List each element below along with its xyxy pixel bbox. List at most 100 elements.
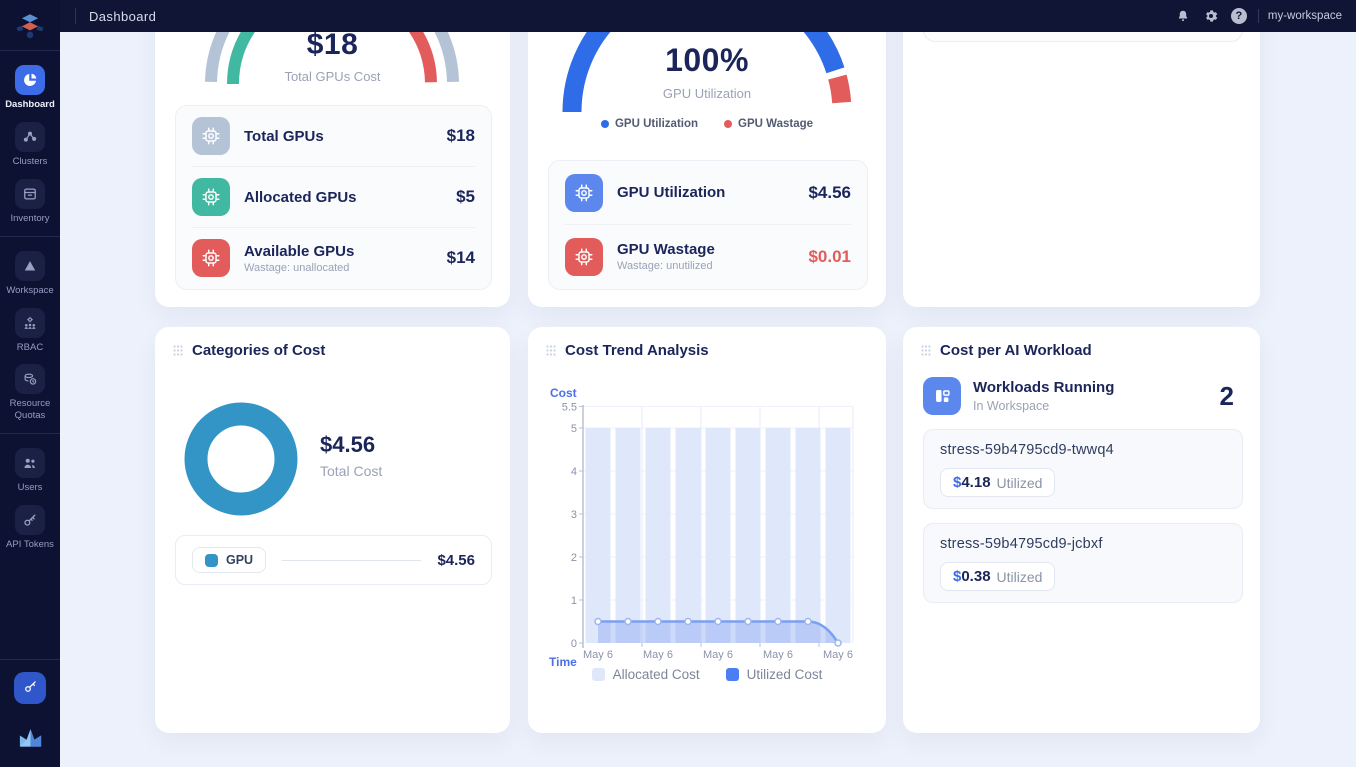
row-sublabel: Wastage: unallocated xyxy=(244,262,433,274)
sidebar-item-rbac[interactable]: RBAC xyxy=(0,308,60,354)
settings-gear-icon[interactable] xyxy=(1199,4,1223,28)
svg-text:5.5: 5.5 xyxy=(562,402,577,414)
card-cost-per-ai-workload: Cost per AI Workload Workloads Running I… xyxy=(903,327,1260,733)
in-workspace-label: In Workspace xyxy=(973,399,1114,413)
total-cost-label: Total Cost xyxy=(320,463,382,479)
sidebar-item-dashboard[interactable]: Dashboard xyxy=(0,65,60,111)
workload-status: Utilized xyxy=(997,569,1043,585)
legend-item-allocated-cost[interactable]: Allocated Cost xyxy=(592,667,700,682)
workspace-selector[interactable]: my-workspace xyxy=(1268,10,1342,22)
gpu-chip-icon xyxy=(192,239,230,277)
legend-item-utilized-cost[interactable]: Utilized Cost xyxy=(726,667,823,682)
row-value: $4.56 xyxy=(808,183,851,203)
row-value: $5 xyxy=(456,187,475,207)
row-value: $14 xyxy=(447,248,475,268)
legend-label: GPU Utilization xyxy=(615,118,698,130)
workload-cost: 0.38 xyxy=(961,568,990,585)
legend-label: GPU xyxy=(226,553,253,567)
app-logo[interactable] xyxy=(0,0,60,50)
divider xyxy=(0,659,60,660)
users-icon xyxy=(15,448,45,478)
row-label: Available GPUs xyxy=(244,243,433,260)
admin-key-button[interactable] xyxy=(14,672,46,704)
sidebar-item-workspace[interactable]: Workspace xyxy=(0,251,60,297)
key-icon xyxy=(15,505,45,535)
svg-text:May 6: May 6 xyxy=(643,649,673,661)
legend-value: $4.56 xyxy=(437,552,475,569)
svg-text:May 6: May 6 xyxy=(583,649,613,661)
workload-item[interactable]: stress-59b4795cd9-jcbxf $ 0.38 Utilized xyxy=(923,523,1243,603)
gear-people-icon xyxy=(15,308,45,338)
drag-handle-icon[interactable] xyxy=(173,345,183,356)
sidebar-item-label: RBAC xyxy=(1,342,59,354)
legend-dot-icon xyxy=(601,120,609,128)
categories-legend-panel: GPU $4.56 xyxy=(175,535,492,585)
workloads-running-label: Workloads Running xyxy=(973,379,1114,396)
currency-symbol: $ xyxy=(953,474,961,491)
key-icon xyxy=(22,678,39,698)
sidebar-nav-access: Users API Tokens xyxy=(0,434,60,562)
legend-dot-icon xyxy=(724,120,732,128)
workloads-count: 2 xyxy=(1220,381,1242,412)
row-sublabel: Wastage: unutilized xyxy=(617,260,794,272)
svg-text:4: 4 xyxy=(571,466,577,478)
currency-symbol: $ xyxy=(953,568,961,585)
sidebar-item-users[interactable]: Users xyxy=(0,448,60,494)
pie-chart-icon xyxy=(15,65,45,95)
card-title: Categories of Cost xyxy=(192,342,325,359)
list-item: GPU Wastage Wastage: unutilized $0.01 xyxy=(565,225,851,288)
svg-text:Time: Time xyxy=(549,655,577,667)
divider xyxy=(1258,9,1259,23)
trend-legend: Allocated Cost Utilized Cost xyxy=(528,667,886,682)
notifications-bell-icon[interactable] xyxy=(1171,4,1195,28)
gpu-utilization-panel: GPU Utilization $4.56 GPU Wastage Wastag… xyxy=(548,160,868,290)
svg-text:5: 5 xyxy=(571,423,577,435)
prism-icon xyxy=(15,251,45,281)
legend-label: GPU Wastage xyxy=(738,118,813,130)
svg-text:Cost: Cost xyxy=(550,386,577,400)
gauge-legend: GPU Utilization GPU Wastage xyxy=(528,118,886,130)
archive-icon xyxy=(15,179,45,209)
card-title: Cost Trend Analysis xyxy=(565,342,709,359)
card-header: Categories of Cost xyxy=(155,327,510,374)
network-icon xyxy=(15,122,45,152)
sidebar-item-resource-quotas[interactable]: Resource Quotas xyxy=(0,364,60,422)
gpu-color-swatch-icon xyxy=(205,554,218,567)
card-header: Cost Trend Analysis xyxy=(528,327,886,374)
row-label: Total GPUs xyxy=(244,128,433,145)
card-total-gpus-cost: $18 Total GPUs Cost Total GPUs $18 Alloc… xyxy=(155,32,510,307)
drag-handle-icon[interactable] xyxy=(921,345,931,356)
card-categories-of-cost: Categories of Cost $4.56 Total Cost GPU … xyxy=(155,327,510,733)
total-cost-value: $4.56 xyxy=(320,432,382,458)
list-item: Total GPUs $18 xyxy=(192,106,475,166)
cost-categories-donut xyxy=(175,393,307,525)
total-gpus-cost-label: Total GPUs Cost xyxy=(155,69,510,84)
workload-item[interactable]: stress-59b4795cd9-twwq4 $ 4.18 Utilized xyxy=(923,429,1243,509)
sidebar-item-api-tokens[interactable]: API Tokens xyxy=(0,505,60,551)
sidebar-item-label: Clusters xyxy=(1,156,59,168)
drag-handle-icon[interactable] xyxy=(546,345,556,356)
workload-name: stress-59b4795cd9-twwq4 xyxy=(940,442,1226,458)
page-title: Dashboard xyxy=(89,9,156,24)
row-label: GPU Utilization xyxy=(617,184,794,201)
topbar: Dashboard ? my-workspace xyxy=(60,0,1356,32)
row-label: GPU Wastage xyxy=(617,241,794,258)
card-cost-trend-analysis: Cost Trend Analysis 0123455.5May 6May 6M… xyxy=(528,327,886,733)
sidebar-item-inventory[interactable]: Inventory xyxy=(0,179,60,225)
sidebar: Dashboard Clusters Inventory Workspace xyxy=(0,0,60,767)
legend-label: Utilized Cost xyxy=(747,667,823,682)
sidebar-item-clusters[interactable]: Clusters xyxy=(0,122,60,168)
legend-item-gpu-wastage[interactable]: GPU Wastage xyxy=(724,118,813,130)
card-title: Cost per AI Workload xyxy=(940,342,1092,359)
gauge-center: 100% GPU Utilization xyxy=(528,42,886,101)
help-icon[interactable]: ? xyxy=(1231,8,1247,24)
gpu-legend-pill[interactable]: GPU xyxy=(192,547,266,573)
sidebar-item-label: Users xyxy=(1,482,59,494)
legend-item-gpu-utilization[interactable]: GPU Utilization xyxy=(601,118,698,130)
row-value: $18 xyxy=(447,126,475,146)
total-gpus-cost-value: $18 xyxy=(155,32,510,62)
workloads-grid-icon xyxy=(923,377,961,415)
sidebar-item-label: API Tokens xyxy=(1,539,59,551)
workload-cost: 4.18 xyxy=(961,474,990,491)
card-gpu-utilization: 100% GPU Utilization GPU Utilization GPU… xyxy=(528,32,886,307)
